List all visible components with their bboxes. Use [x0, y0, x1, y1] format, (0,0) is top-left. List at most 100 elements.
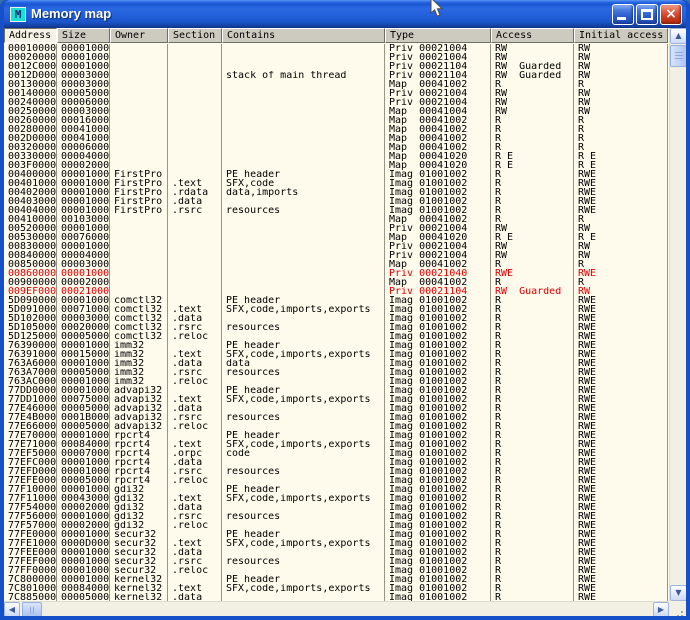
table-row[interactable]: 77FEF00000001000secur32.rsrcresourcesIma… [4, 557, 668, 566]
cell: 00001000 [57, 341, 110, 350]
table-row[interactable]: 0028000000041000Map 00041002RR [4, 125, 668, 134]
table-row[interactable]: 77F1100000043000gdi32.textSFX,code,impor… [4, 494, 668, 503]
scroll-down-button[interactable]: ▼ [670, 585, 686, 601]
table-row[interactable]: 0083000000001000Priv 00021004RWRW [4, 242, 668, 251]
table-row[interactable]: 5D10500000020000comctl32.rsrcresourcesIm… [4, 323, 668, 332]
table-row[interactable]: 77FE000000001000secur32PE headerImag 010… [4, 530, 668, 539]
maximize-button[interactable] [636, 4, 658, 25]
table-row[interactable]: 0090000000002000Map 00041002RR [4, 278, 668, 287]
table-row[interactable]: 5D09100000071000comctl32.textSFX,code,im… [4, 305, 668, 314]
table-row[interactable]: 0032000000006000Map 00041002RR [4, 143, 668, 152]
table-row[interactable]: 0052000000001000Priv 00021004RWRW [4, 224, 668, 233]
table-row[interactable]: 0026000000016000Map 00041002RR [4, 116, 668, 125]
table-row[interactable]: 77E4600000005000advapi32.dataImag 010010… [4, 404, 668, 413]
cell: Imag 01001002 [385, 593, 491, 601]
header-cell-size[interactable]: Size [57, 28, 110, 43]
table-row[interactable]: 0053000000076000Map 00041020R ER E [4, 233, 668, 242]
header-cell-type[interactable]: Type [385, 28, 491, 43]
header-cell-contains[interactable]: Contains [222, 28, 385, 43]
table-row[interactable]: 77DD000000001000advapi32PE headerImag 01… [4, 386, 668, 395]
table-row[interactable]: 7C80100000084000kernel32.textSFX,code,im… [4, 584, 668, 593]
table-row[interactable]: 77F5600000001000gdi32.rsrcresourcesImag … [4, 512, 668, 521]
table-row[interactable]: 003F000000002000Map 00041020R ER E [4, 161, 668, 170]
table-row[interactable]: 77EF500000007000rpcrt4.orpccodeImag 0100… [4, 449, 668, 458]
cell: R [491, 485, 574, 494]
table-row[interactable]: 7C80000000001000kernel32PE headerImag 01… [4, 575, 668, 584]
scroll-left-button[interactable]: ◀ [4, 602, 20, 616]
table-row[interactable]: 002D000000041000Map 00041002RR [4, 134, 668, 143]
horizontal-scroll-track[interactable] [42, 602, 653, 616]
table-row[interactable]: 77F5700000002000gdi32.relocImag 01001002… [4, 521, 668, 530]
vertical-scrollbar[interactable]: ▲ ▼ [669, 28, 686, 601]
table-row[interactable]: 77EFC00000001000rpcrt4.dataImag 01001002… [4, 458, 668, 467]
cell: Imag 01001002 [385, 458, 491, 467]
cell: PE header [222, 386, 385, 395]
table-row[interactable]: 0013000000003000Map 00041002RR [4, 80, 668, 89]
resize-grip[interactable] [669, 601, 686, 616]
cell: RW [574, 242, 668, 251]
table-row[interactable]: 0040200000001000FirstPro.rdatadata,impor… [4, 188, 668, 197]
caption-buttons: × [612, 4, 682, 25]
table-row[interactable]: 77E7000000001000rpcrt4PE headerImag 0100… [4, 431, 668, 440]
table-row[interactable]: 77EFD00000001000rpcrt4.rsrcresourcesImag… [4, 467, 668, 476]
table-row[interactable]: 763AC00000001000imm32.relocImag 01001002… [4, 377, 668, 386]
table-row[interactable]: 763A700000005000imm32.rsrcresourcesImag … [4, 368, 668, 377]
table-row[interactable]: 0086000000001000Priv 00021040RWERWE [4, 269, 668, 278]
cell: RWE [574, 413, 668, 422]
title-bar[interactable]: M Memory map × [4, 0, 686, 28]
table-row[interactable]: 0040100000001000FirstPro.textSFX,codeIma… [4, 179, 668, 188]
table-row[interactable]: 0041000000103000Map 00041002RR [4, 215, 668, 224]
table-row[interactable]: 77DD100000075000advapi32.textSFX,code,im… [4, 395, 668, 404]
table-row[interactable]: 7639100000015000imm32.textSFX,code,impor… [4, 350, 668, 359]
cell: 00530000 [4, 233, 57, 242]
scroll-right-button[interactable]: ▶ [653, 602, 669, 616]
table-row[interactable]: 0033000000004000Map 00041020R ER E [4, 152, 668, 161]
table-row[interactable]: 5D10200000003000comctl32.dataImag 010010… [4, 314, 668, 323]
header-cell-address[interactable]: Address [4, 28, 57, 43]
table-row[interactable]: 7639000000001000imm32PE headerImag 01001… [4, 341, 668, 350]
table-row[interactable]: 0012C00000001000Priv 00021104RW GuardedR… [4, 62, 668, 71]
table-row[interactable]: 009EF00000021000Priv 00021104RW GuardedR… [4, 287, 668, 296]
cell: RWE [574, 341, 668, 350]
scroll-up-button[interactable]: ▲ [670, 28, 686, 44]
table-row[interactable]: 0002000000001000Priv 00021004RWRW [4, 53, 668, 62]
cell: RW [574, 224, 668, 233]
cell: R [491, 350, 574, 359]
cell [110, 98, 168, 107]
table-row[interactable]: 0014000000005000Priv 00021004RWRW [4, 89, 668, 98]
table-row[interactable]: 0040000000001000FirstProPE headerImag 01… [4, 170, 668, 179]
table-row[interactable]: 77FEE00000001000secur32.dataImag 0100100… [4, 548, 668, 557]
table-row[interactable]: 0025000000003000Map 00041004RWRW [4, 107, 668, 116]
cell: .data [168, 458, 222, 467]
horizontal-scroll-thumb[interactable] [22, 602, 42, 616]
cell: gdi32 [110, 494, 168, 503]
horizontal-scrollbar[interactable]: ◀ ▶ [4, 601, 669, 616]
header-cell-owner[interactable]: Owner [110, 28, 168, 43]
table-row[interactable]: 5D09000000001000comctl32PE headerImag 01… [4, 296, 668, 305]
table-row[interactable]: 763A600000001000imm32.datadataImag 01001… [4, 359, 668, 368]
table-row[interactable]: 5D12500000005000comctl32.relocImag 01001… [4, 332, 668, 341]
table-row[interactable]: 77EFE00000005000rpcrt4.relocImag 0100100… [4, 476, 668, 485]
header-cell-section[interactable]: Section [168, 28, 222, 43]
table-row[interactable]: 77E4B0000001B000advapi32.rsrcresourcesIm… [4, 413, 668, 422]
table-row[interactable]: 0085000000003000Map 00041002RR [4, 260, 668, 269]
minimize-button[interactable] [612, 4, 634, 25]
table-row[interactable]: 0040400000001000FirstPro.rsrcresourcesIm… [4, 206, 668, 215]
table-row[interactable]: 77E6600000005000advapi32.relocImag 01001… [4, 422, 668, 431]
table-row[interactable]: 77FF000000001000secur32.relocImag 010010… [4, 566, 668, 575]
vertical-scroll-thumb[interactable] [670, 45, 686, 67]
header-cell-access[interactable]: Access [491, 28, 574, 43]
cell: Priv 00021004 [385, 242, 491, 251]
table-row[interactable]: 77F5400000002000gdi32.dataImag 01001002R… [4, 503, 668, 512]
table-row[interactable]: 77E7100000084000rpcrt4.textSFX,code,impo… [4, 440, 668, 449]
header-cell-initial-access[interactable]: Initial access [574, 28, 668, 43]
table-row[interactable]: 7C88500000005000kernel32.dataImag 010010… [4, 593, 668, 601]
table-row[interactable]: 77F1000000001000gdi32PE headerImag 01001… [4, 485, 668, 494]
close-button[interactable]: × [660, 4, 682, 25]
table-row[interactable]: 0040300000001000FirstPro.dataImag 010010… [4, 197, 668, 206]
table-row[interactable]: 0084000000004000Priv 00021004RWRW [4, 251, 668, 260]
table-row[interactable]: 77FE10000000D000secur32.textSFX,code,imp… [4, 539, 668, 548]
table-row[interactable]: 0024000000006000Priv 00021004RWRW [4, 98, 668, 107]
table-row[interactable]: 0001000000001000Priv 00021004RWRW [4, 44, 668, 53]
table-row[interactable]: 0012D00000003000stack of main threadPriv… [4, 71, 668, 80]
